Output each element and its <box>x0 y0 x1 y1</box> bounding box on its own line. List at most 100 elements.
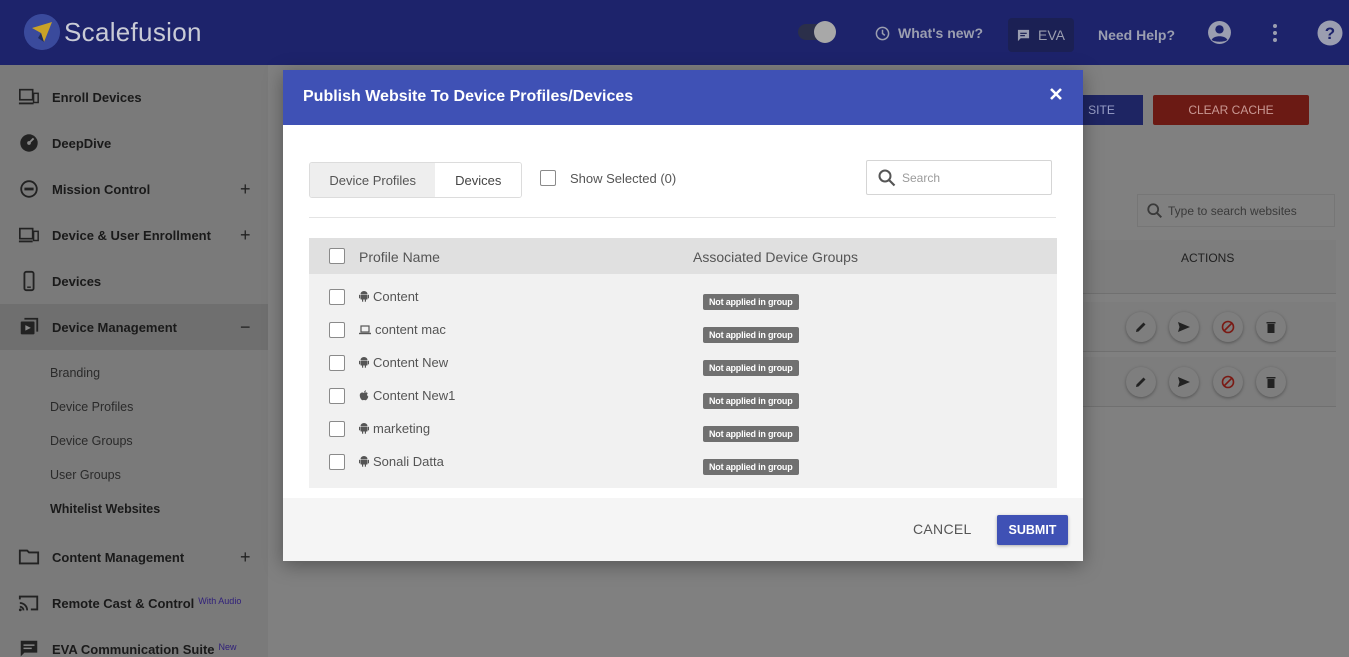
more-vert-icon[interactable] <box>1266 22 1284 44</box>
eva-suite-label: EVA Communication Suite <box>52 641 215 657</box>
table-row[interactable]: Content New1 Not applied in group <box>309 379 1057 412</box>
tab-device-profiles[interactable]: Device Profiles <box>310 163 436 197</box>
profile-name-text: Sonali Datta <box>373 454 444 469</box>
sidebar-subitem-device-profiles[interactable]: Device Profiles <box>50 400 133 414</box>
delete-icon <box>1266 377 1276 388</box>
show-selected-toggle[interactable]: Show Selected (0) <box>540 170 676 186</box>
account-icon[interactable] <box>1207 20 1232 45</box>
websites-table-header: ACTIONS <box>1083 240 1336 294</box>
close-icon[interactable] <box>1048 86 1064 102</box>
profile-name: Content New <box>359 355 448 370</box>
sidebar-item-content-management[interactable]: Content Management + <box>0 534 268 580</box>
profile-search-input[interactable]: Search <box>866 160 1052 195</box>
profile-name: content mac <box>359 322 446 337</box>
dialog-footer: CANCEL SUBMIT <box>283 498 1083 561</box>
enrollment-icon <box>18 227 39 243</box>
expand-icon[interactable]: + <box>240 225 251 246</box>
search-placeholder: Search <box>902 170 941 185</box>
device-management-icon <box>20 317 39 335</box>
select-all-checkbox[interactable] <box>329 248 345 264</box>
sidebar-item-mission-control[interactable]: Mission Control + <box>0 166 268 212</box>
edit-button[interactable] <box>1126 367 1156 397</box>
sidebar-item-deepdive[interactable]: DeepDive <box>0 120 268 166</box>
table-row[interactable]: content mac Not applied in group <box>309 313 1057 346</box>
group-status-badge: Not applied in group <box>703 393 799 409</box>
sidebar-subitem-device-groups[interactable]: Device Groups <box>50 434 133 448</box>
table-row[interactable]: Content New Not applied in group <box>309 346 1057 379</box>
row-checkbox[interactable] <box>329 355 345 371</box>
sidebar-item-label: Remote Cast & Control With Audio <box>52 596 241 611</box>
unpublish-button[interactable] <box>1213 312 1243 342</box>
clear-cache-button[interactable]: CLEAR CACHE <box>1153 95 1309 125</box>
help-icon[interactable]: ? <box>1317 20 1343 46</box>
sidebar-item-devices[interactable]: Devices <box>0 258 268 304</box>
table-row <box>1083 357 1336 407</box>
actions-header: ACTIONS <box>1181 251 1235 265</box>
collapse-icon[interactable]: − <box>240 317 251 338</box>
remote-cast-label: Remote Cast & Control <box>52 595 195 611</box>
expand-icon[interactable]: + <box>240 179 251 200</box>
scalefusion-logo-icon[interactable] <box>24 14 60 50</box>
unpublish-button[interactable] <box>1213 367 1243 397</box>
sidebar-item-eva-communication-suite[interactable]: EVA Communication Suite New <box>0 626 268 657</box>
android-icon <box>359 357 369 368</box>
profile-name: Content New1 <box>359 388 455 403</box>
profile-name: Sonali Datta <box>359 454 444 469</box>
table-row[interactable]: Content Not applied in group <box>309 280 1057 313</box>
expand-icon[interactable]: + <box>240 547 251 568</box>
row-checkbox[interactable] <box>329 322 345 338</box>
eva-button[interactable]: EVA <box>1008 18 1074 52</box>
sidebar-item-label: Devices <box>52 273 102 289</box>
tab-devices[interactable]: Devices <box>435 163 521 197</box>
folder-icon <box>18 549 40 565</box>
group-status-badge: Not applied in group <box>703 426 799 442</box>
publish-button[interactable] <box>1169 367 1199 397</box>
edit-icon <box>1136 377 1146 387</box>
profile-name-text: marketing <box>373 421 431 436</box>
sidebar-subitem-whitelist-websites[interactable]: Whitelist Websites <box>50 502 160 516</box>
mission-icon <box>20 180 38 198</box>
sidebar-subitem-user-groups[interactable]: User Groups <box>50 468 121 482</box>
sidebar-item-label: Device Management <box>52 319 177 335</box>
profile-name-text: content mac <box>375 322 446 337</box>
sidebar-subitem-branding[interactable]: Branding <box>50 366 100 380</box>
group-status-badge: Not applied in group <box>703 294 799 310</box>
cancel-button[interactable]: CANCEL <box>913 521 972 537</box>
publish-button[interactable] <box>1169 312 1199 342</box>
block-icon <box>1221 375 1235 389</box>
table-row[interactable]: marketing Not applied in group <box>309 412 1057 445</box>
show-selected-checkbox[interactable] <box>540 170 556 186</box>
edit-icon <box>1136 322 1146 332</box>
row-checkbox[interactable] <box>329 289 345 305</box>
svg-text:?: ? <box>1325 24 1335 43</box>
submit-button[interactable]: SUBMIT <box>997 515 1068 545</box>
sidebar-item-enroll-devices[interactable]: Enroll Devices <box>0 74 268 120</box>
target-type-tabs: Device Profiles Devices <box>309 162 522 198</box>
row-checkbox[interactable] <box>329 421 345 437</box>
website-search-input[interactable]: Type to search websites <box>1137 194 1335 227</box>
table-row <box>1083 302 1336 352</box>
whats-new-link[interactable]: What's new? <box>875 25 983 41</box>
column-profile-name: Profile Name <box>359 249 440 265</box>
row-checkbox[interactable] <box>329 388 345 404</box>
column-associated-device-groups: Associated Device Groups <box>693 249 858 265</box>
need-help-link[interactable]: Need Help? <box>1098 27 1175 43</box>
eva-label: EVA <box>1038 27 1065 43</box>
sidebar-item-device-user-enrollment[interactable]: Device & User Enrollment + <box>0 212 268 258</box>
dialog-title: Publish Website To Device Profiles/Devic… <box>303 88 634 105</box>
sidebar-item-label: Mission Control <box>52 181 151 197</box>
edit-button[interactable] <box>1126 312 1156 342</box>
sidebar-item-device-management[interactable]: Device Management − <box>0 304 268 350</box>
table-row[interactable]: Sonali Datta Not applied in group <box>309 445 1057 478</box>
dashboard-icon <box>20 134 38 152</box>
theme-toggle[interactable] <box>798 21 836 43</box>
delete-icon <box>1266 322 1276 333</box>
row-checkbox[interactable] <box>329 454 345 470</box>
profile-name: marketing <box>359 421 430 436</box>
divider <box>309 217 1056 218</box>
sidebar: Enroll Devices DeepDive Mission Control … <box>0 65 268 657</box>
sidebar-item-remote-cast[interactable]: Remote Cast & Control With Audio <box>0 580 268 626</box>
new-badge: New <box>218 641 237 652</box>
delete-button[interactable] <box>1256 367 1286 397</box>
delete-button[interactable] <box>1256 312 1286 342</box>
